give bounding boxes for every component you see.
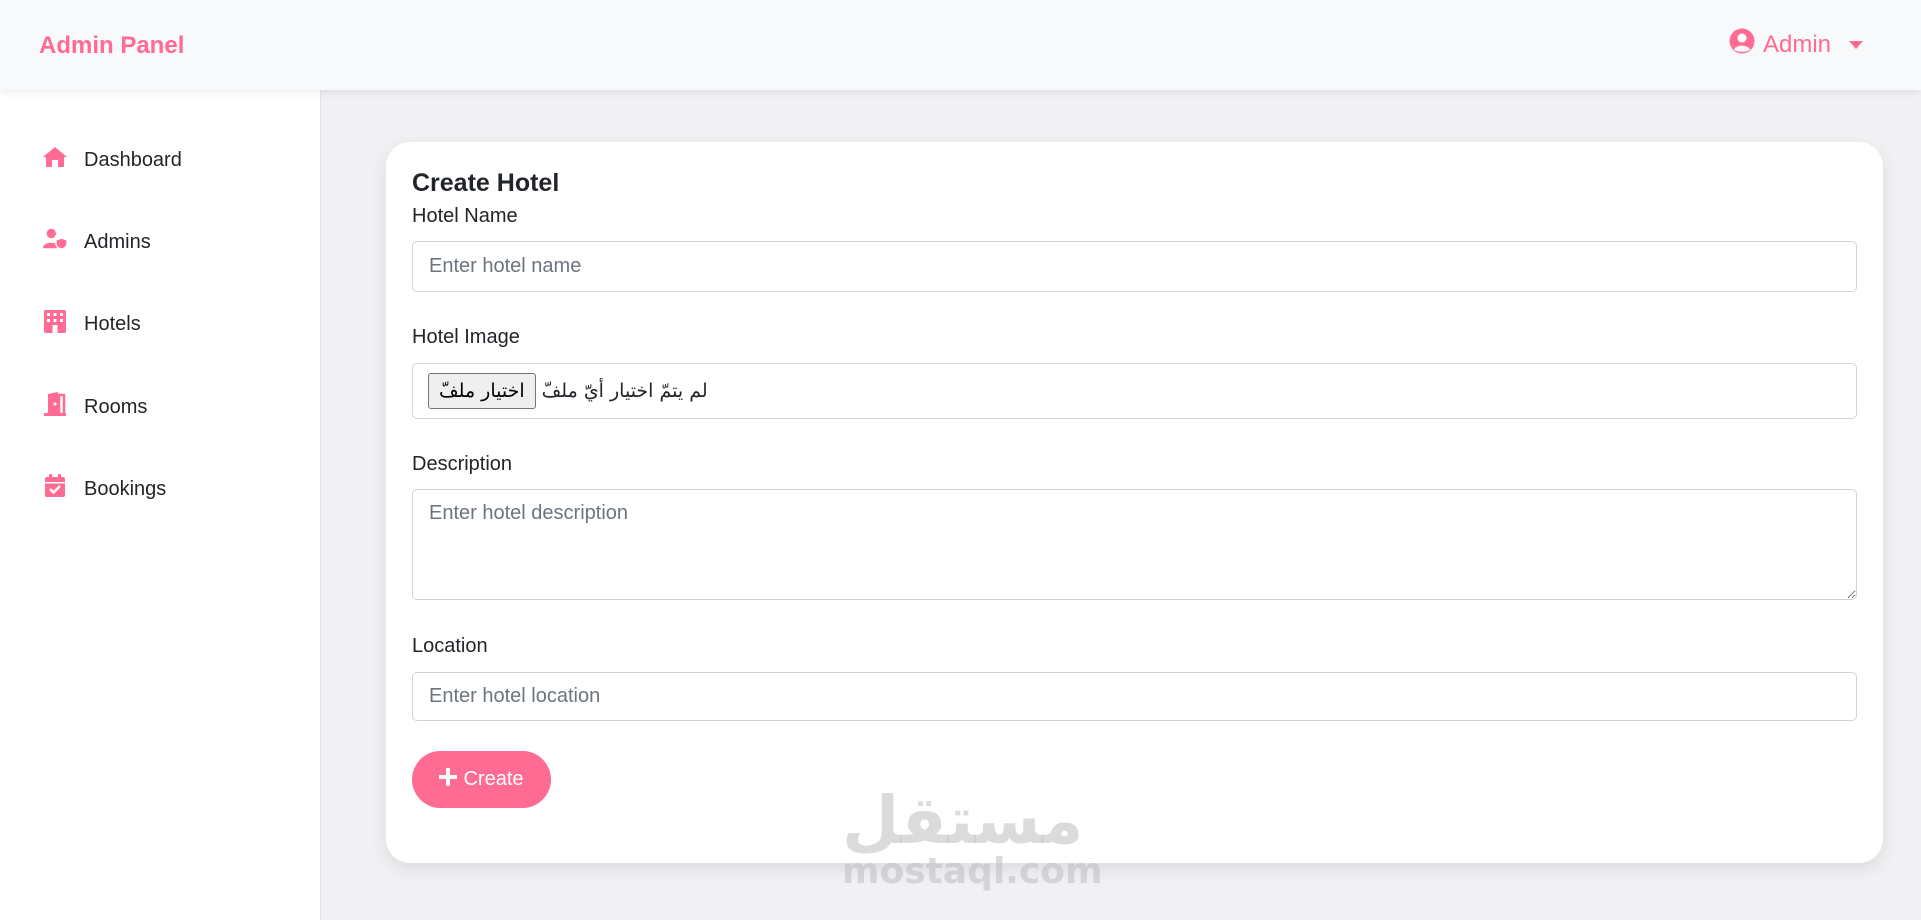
page-title: Create Hotel	[412, 169, 560, 197]
create-button[interactable]: Create	[412, 751, 551, 808]
create-button-label: Create	[463, 768, 524, 790]
user-dropdown[interactable]: Admin	[1729, 28, 1863, 61]
choose-file-button[interactable]: اختيار ملفّ	[428, 373, 536, 409]
caret-down-icon	[1849, 40, 1863, 49]
hotel-image-label: Hotel Image	[412, 326, 520, 348]
description-label: Description	[412, 453, 513, 475]
create-hotel-card: Create Hotel Hotel Name Hotel Image لم ي…	[386, 142, 1883, 863]
hotel-image-file-input[interactable]: لم يتمّ اختيار أيّ ملفّ اختيار ملفّ	[412, 363, 1857, 419]
plus-icon	[439, 767, 458, 792]
description-textarea[interactable]	[412, 489, 1857, 600]
user-label: Admin	[1762, 30, 1831, 58]
file-status-text: لم يتمّ اختيار أيّ ملفّ	[541, 380, 708, 402]
top-navbar: Admin Panel Admin	[0, 0, 1921, 90]
sidebar-item-rooms[interactable]: Rooms	[42, 392, 147, 422]
sidebar-item-dashboard[interactable]: Dashboard	[42, 145, 182, 175]
door-icon	[42, 392, 68, 422]
sidebar-item-label: Rooms	[84, 395, 148, 418]
sidebar-item-label: Admins	[84, 230, 151, 253]
calendar-check-icon	[42, 474, 68, 504]
sidebar-item-label: Bookings	[84, 477, 167, 500]
brand-title[interactable]: Admin Panel	[39, 32, 184, 60]
sidebar-item-hotels[interactable]: Hotels	[42, 309, 141, 339]
sidebar: Dashboard Admins Hotels Rooms Bookings	[0, 90, 321, 920]
hotel-icon	[42, 309, 68, 339]
sidebar-item-label: Hotels	[84, 312, 141, 335]
user-shield-icon	[42, 227, 68, 257]
sidebar-item-bookings[interactable]: Bookings	[42, 474, 166, 504]
user-circle-icon	[1729, 28, 1755, 61]
location-label: Location	[412, 635, 488, 657]
sidebar-item-label: Dashboard	[84, 148, 182, 171]
sidebar-item-admins[interactable]: Admins	[42, 227, 151, 257]
hotel-name-label: Hotel Name	[412, 205, 518, 227]
location-input[interactable]	[412, 672, 1857, 721]
hotel-name-input[interactable]	[412, 241, 1857, 292]
home-icon	[42, 145, 68, 175]
